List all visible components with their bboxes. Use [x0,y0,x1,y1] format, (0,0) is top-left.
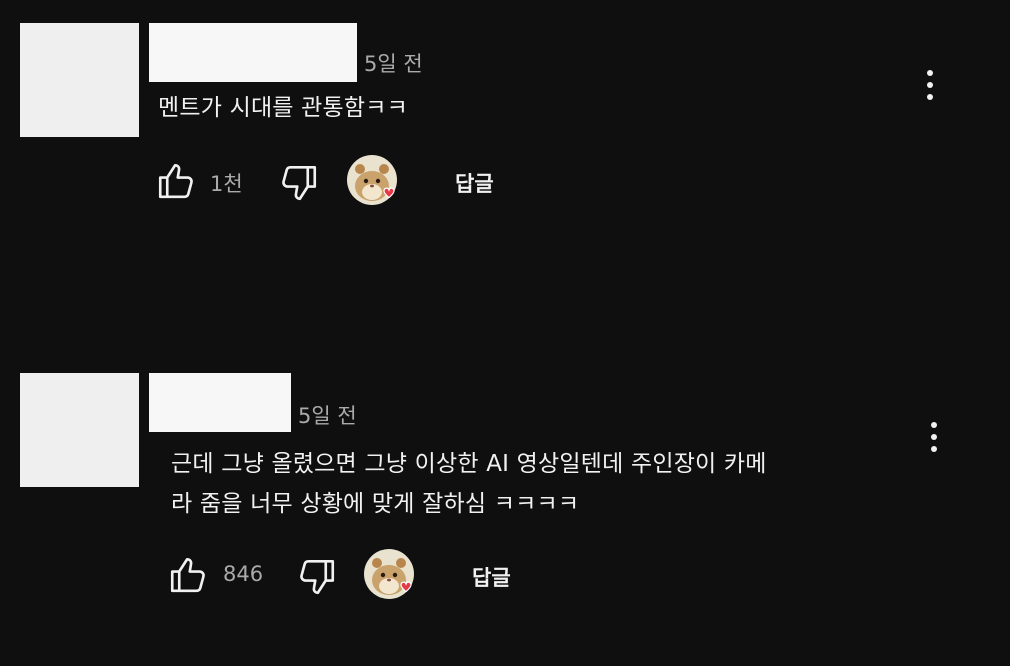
reply-button[interactable]: 답글 [455,168,494,198]
thumbs-down-icon[interactable] [296,556,338,598]
comment-timestamp[interactable]: 5일 전 [364,48,423,78]
comment-text-line: 근데 그냥 올렸으면 그냥 이상한 AI 영상일텐데 주인장이 카메 [171,451,767,477]
comment-text-line: 멘트가 시대를 관통함ㅋㅋ [158,95,408,121]
thumbs-up-icon[interactable] [167,554,209,596]
comment-timestamp[interactable]: 5일 전 [298,400,357,430]
more-vert-icon-dot [927,94,933,100]
more-vert-icon-dot [931,446,937,452]
comment-menu-button[interactable] [922,417,946,457]
more-vert-icon-dot [927,82,933,88]
commenter-name[interactable] [149,23,357,82]
thumbs-up-icon[interactable] [155,160,197,202]
comment-text: 근데 그냥 올렸으면 그냥 이상한 AI 영상일텐데 주인장이 카메 라 줌을 … [171,444,767,524]
like-count: 846 [223,562,264,586]
creator-heart-avatar [346,154,402,210]
commenter-avatar[interactable] [20,23,139,137]
creator-heart-avatar [363,548,419,604]
commenter-avatar[interactable] [20,373,139,487]
more-vert-icon [931,422,937,428]
more-vert-icon [927,70,933,76]
comment-text-line: 라 줌을 너무 상황에 맞게 잘하심 ㅋㅋㅋㅋ [171,491,580,517]
comment-item: 5일 전 멘트가 시대를 관통함ㅋㅋ 1천 답글 [0,0,1010,230]
thumbs-down-icon[interactable] [278,162,320,204]
commenter-name[interactable] [149,373,291,432]
like-count: 1천 [210,172,243,196]
comment-text: 멘트가 시대를 관통함ㅋㅋ [158,88,408,128]
reply-button[interactable]: 답글 [472,562,511,592]
more-vert-icon-dot [931,434,937,440]
comment-menu-button[interactable] [918,65,942,105]
